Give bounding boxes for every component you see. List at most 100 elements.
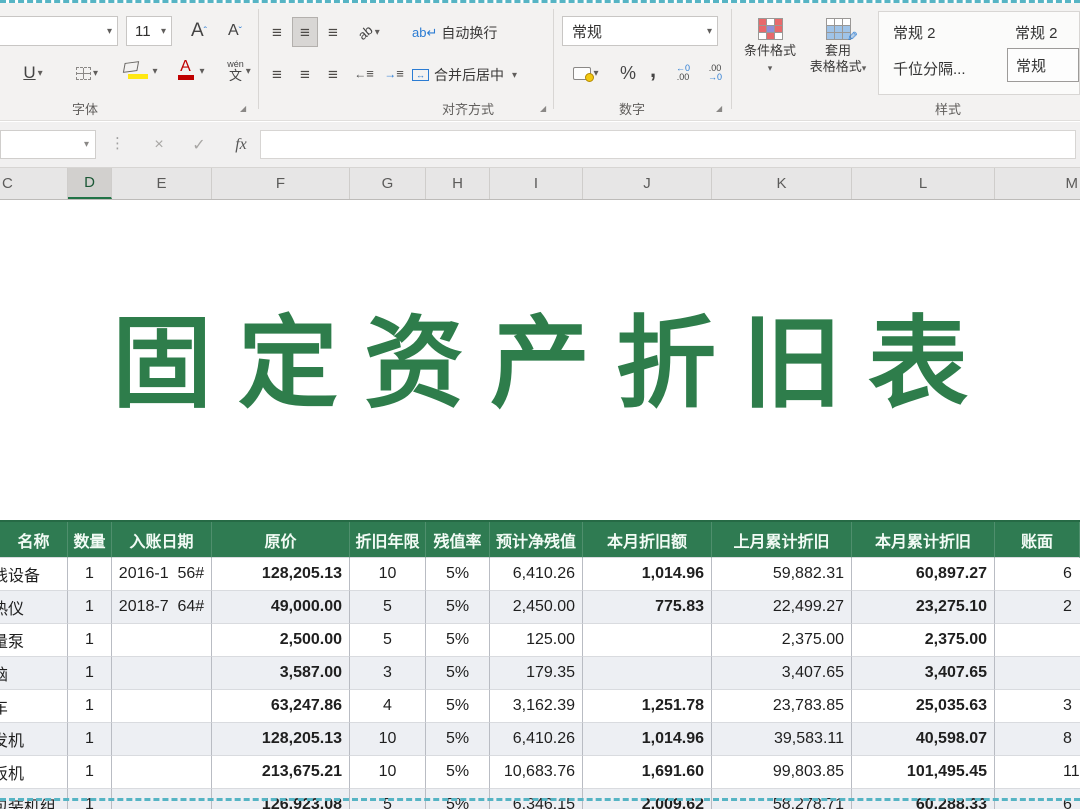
column-header-F[interactable]: F [212,168,350,199]
cell[interactable]: 2,375.00 [852,624,995,657]
align-middle-button[interactable]: ≡ [292,17,318,47]
cell-style-item[interactable]: 常规 2 [893,22,936,43]
cell[interactable]: 40,598.07 [852,723,995,756]
increase-font-button[interactable]: Aˆ [182,16,216,46]
cell[interactable]: 6 [995,558,1080,591]
cell[interactable]: 5% [426,756,490,789]
cell[interactable]: 5% [426,657,490,690]
cell[interactable]: 4 [350,690,426,723]
table-header-cell[interactable]: 账面 [995,522,1080,558]
cell[interactable] [112,657,212,690]
column-header-L[interactable]: L [852,168,995,199]
table-header-cell[interactable]: 数量 [68,522,112,558]
cell[interactable] [112,756,212,789]
cell[interactable]: 5% [426,558,490,591]
cell[interactable]: 23,275.10 [852,591,995,624]
decrease-indent-button[interactable]: ←≡ [350,59,378,89]
cell[interactable] [583,624,712,657]
cell[interactable]: 775.83 [583,591,712,624]
fill-color-button[interactable]: ▾ [118,56,164,86]
cell[interactable]: 1,691.60 [583,756,712,789]
column-header-D[interactable]: D [68,168,112,199]
cell[interactable]: 6,410.26 [490,723,583,756]
cell[interactable] [112,690,212,723]
percent-style-button[interactable]: % [614,58,642,88]
cell[interactable]: 11 [995,756,1080,789]
table-header-cell[interactable]: 本月折旧额 [583,522,712,558]
column-header-H[interactable]: H [426,168,490,199]
formula-input[interactable] [260,130,1076,159]
decrease-font-button[interactable]: Aˇ [218,16,252,46]
column-header-I[interactable]: I [490,168,583,199]
table-header-cell[interactable]: 上月累计折旧 [712,522,852,558]
number-dialog-launcher-icon[interactable]: ◢ [716,104,722,113]
merge-center-button[interactable]: ↔ 合并后居中 ▾ [412,65,517,85]
cell[interactable]: 线设备 [0,558,68,591]
cell[interactable]: 量泵 [0,624,68,657]
cell[interactable] [995,624,1080,657]
cell[interactable]: 10,683.76 [490,756,583,789]
cell[interactable]: 39,583.11 [712,723,852,756]
cell[interactable]: 10 [350,723,426,756]
cell[interactable]: 1 [68,624,112,657]
wrap-text-button[interactable]: ab↵ 自动换行 [412,23,497,43]
cancel-button[interactable]: × [142,130,176,159]
cell[interactable]: 5 [350,624,426,657]
cell[interactable]: 2018-7 64# [112,591,212,624]
cell[interactable]: 3 [350,657,426,690]
cell[interactable]: 101,495.45 [852,756,995,789]
format-as-table-button[interactable]: ✎ 套用 表格格式▾ [806,13,870,76]
cell-style-item[interactable]: 常规 2 [1015,22,1058,43]
cell[interactable]: 脑 [0,657,68,690]
enter-button[interactable]: ✓ [182,130,216,159]
align-right-button[interactable]: ≡ [320,59,346,89]
cell[interactable]: 2016-1 56# [112,558,212,591]
insert-function-button[interactable]: fx [224,130,258,159]
cell-style-item-selected[interactable]: 常规 [1007,48,1079,82]
cell[interactable]: 128,205.13 [212,723,350,756]
alignment-dialog-launcher-icon[interactable]: ◢ [540,104,546,113]
decrease-decimal-button[interactable]: .00→0 [700,58,730,88]
table-header-cell[interactable]: 折旧年限 [350,522,426,558]
align-top-button[interactable]: ≡ [264,17,290,47]
cell[interactable]: 128,205.13 [212,558,350,591]
conditional-formatting-button[interactable]: 条件格式 ▾ [738,13,802,76]
cell[interactable]: 热仪 [0,591,68,624]
cell[interactable]: 1 [68,657,112,690]
cell[interactable]: 10 [350,558,426,591]
cell-style-item[interactable]: 千位分隔... [893,58,966,79]
increase-indent-button[interactable]: →≡ [380,59,408,89]
cell[interactable]: 1,014.96 [583,558,712,591]
align-center-button[interactable]: ≡ [292,59,318,89]
cell[interactable]: 5% [426,690,490,723]
cell[interactable]: 5% [426,723,490,756]
cell[interactable]: 1,251.78 [583,690,712,723]
cell[interactable]: 25,035.63 [852,690,995,723]
cell[interactable]: 3,162.39 [490,690,583,723]
align-bottom-button[interactable]: ≡ [320,17,346,47]
cell[interactable]: 5% [426,591,490,624]
cell[interactable]: 2,375.00 [712,624,852,657]
cell[interactable]: 63,247.86 [212,690,350,723]
cell[interactable]: 2 [995,591,1080,624]
cell[interactable] [112,723,212,756]
cell[interactable]: 8 [995,723,1080,756]
cell[interactable]: 板机 [0,756,68,789]
cell[interactable]: 125.00 [490,624,583,657]
cell[interactable]: 49,000.00 [212,591,350,624]
table-header-cell[interactable]: 残值率 [426,522,490,558]
cell[interactable]: 213,675.21 [212,756,350,789]
cell[interactable]: 1 [68,756,112,789]
sheet-area[interactable]: 固定资产折旧表 名称数量入账日期原价折旧年限残值率预计净残值本月折旧额上月累计折… [0,200,1080,809]
formula-bar-handle-icon[interactable]: ⋮ [110,134,125,152]
cell[interactable]: 2,500.00 [212,624,350,657]
table-header-cell[interactable]: 本月累计折旧 [852,522,995,558]
borders-button[interactable]: ▾ [64,58,110,88]
underline-button[interactable]: U ▾ [12,58,54,88]
cell[interactable]: 1 [68,591,112,624]
column-header-G[interactable]: G [350,168,426,199]
cell[interactable]: 179.35 [490,657,583,690]
cell[interactable]: 车 [0,690,68,723]
table-header-cell[interactable]: 名称 [0,522,68,558]
table-header-cell[interactable]: 原价 [212,522,350,558]
